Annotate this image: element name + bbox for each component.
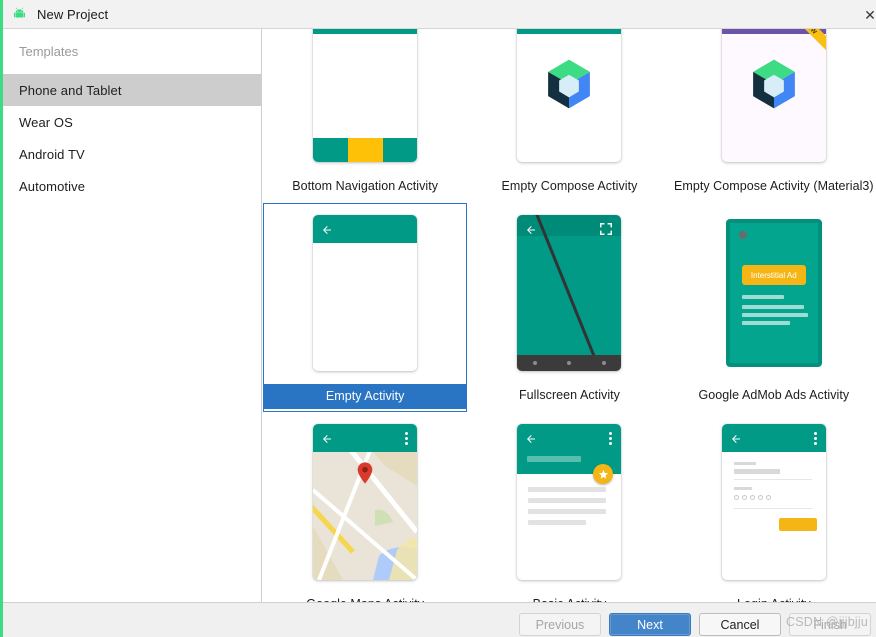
- previous-button-label: Previous: [535, 617, 585, 632]
- template-thumbnail: [517, 215, 622, 371]
- app-bar-graphic: [517, 29, 622, 34]
- template-label: Login Activity: [673, 593, 875, 602]
- template-tile-empty-activity[interactable]: Empty Activity: [263, 203, 468, 412]
- template-thumbnail: PREVIEW: [721, 29, 826, 162]
- template-thumbnail: [517, 424, 622, 580]
- app-bar-graphic: [721, 29, 826, 34]
- floating-action-button-star-icon: [593, 464, 614, 484]
- sign-in-button-graphic: [778, 518, 817, 531]
- title-bar: New Project ✕: [0, 0, 876, 29]
- template-row: Empty Activity Fullscreen Activity Inter…: [263, 203, 876, 412]
- template-tile-login-activity[interactable]: Login Activity: [672, 412, 876, 602]
- previous-button[interactable]: Previous: [519, 613, 601, 636]
- back-arrow-icon: [321, 223, 333, 235]
- template-label: Empty Compose Activity: [501, 179, 638, 193]
- sidebar-item-phone-and-tablet[interactable]: Phone and Tablet: [0, 74, 261, 106]
- template-tile-google-admob-ads-activity[interactable]: Interstitial Ad Google AdMob Ads Activit…: [672, 203, 876, 412]
- username-underline: [733, 479, 812, 480]
- template-row: Google Maps Activity: [263, 412, 876, 602]
- app-bar-title-placeholder: [527, 456, 582, 462]
- sidebar-item-label: Phone and Tablet: [19, 82, 122, 98]
- back-arrow-icon: [321, 432, 333, 444]
- username-value-placeholder: [733, 469, 780, 474]
- overflow-menu-icon: [405, 432, 409, 445]
- dialog-body: Templates Phone and Tablet Wear OS Andro…: [0, 29, 876, 602]
- sidebar-item-label: Wear OS: [19, 114, 73, 130]
- sidebar-item-label: Android TV: [19, 146, 85, 162]
- template-thumbnail: [313, 29, 418, 162]
- new-project-dialog: New Project ✕ Templates Phone and Tablet…: [0, 0, 876, 637]
- map-pin-icon: [357, 462, 373, 484]
- template-label: Basic Activity: [468, 593, 670, 602]
- cancel-button[interactable]: Cancel: [699, 613, 781, 636]
- finish-button[interactable]: Finish: [789, 613, 871, 636]
- interstitial-ad-label: Interstitial Ad: [741, 265, 806, 285]
- template-thumbnail: [721, 424, 826, 580]
- template-label: Google AdMob Ads Activity: [698, 388, 850, 402]
- templates-sidebar: Templates Phone and Tablet Wear OS Andro…: [0, 29, 262, 602]
- template-tile-basic-activity[interactable]: Basic Activity: [467, 412, 671, 602]
- dialog-footer: Previous Next Cancel Finish CSDN @jjjbjj…: [0, 602, 876, 637]
- template-tile-empty-compose-activity-material3[interactable]: PREVIEW: [672, 29, 876, 203]
- password-label-placeholder: [733, 487, 752, 490]
- template-thumbnail: [517, 29, 622, 162]
- templates-grid[interactable]: Bottom Navigation Activity Empty Compose…: [263, 29, 876, 602]
- window-accent-strip: [0, 0, 3, 637]
- username-label-placeholder: [733, 462, 756, 465]
- jetpack-compose-logo-icon: [540, 55, 598, 113]
- template-label: Empty Activity: [264, 384, 467, 409]
- template-label: Fullscreen Activity: [519, 388, 620, 402]
- template-thumbnail: [313, 424, 418, 580]
- admob-device-graphic: Interstitial Ad: [725, 219, 822, 367]
- back-arrow-icon: [730, 432, 742, 444]
- sidebar-item-android-tv[interactable]: Android TV: [0, 138, 261, 170]
- template-label: Bottom Navigation Activity: [292, 179, 439, 193]
- password-underline: [733, 508, 812, 509]
- app-bar-graphic: [313, 29, 418, 34]
- password-dots-icon: [733, 495, 771, 500]
- close-icon[interactable]: ✕: [859, 6, 876, 24]
- fullscreen-graphic: [517, 215, 622, 371]
- template-thumbnail: [313, 215, 418, 371]
- template-tile-fullscreen-activity[interactable]: Fullscreen Activity: [467, 203, 671, 412]
- camera-dot-icon: [738, 231, 747, 239]
- next-button-label: Next: [637, 617, 663, 632]
- finish-button-label: Finish: [813, 617, 847, 632]
- template-tile-empty-compose-activity[interactable]: Empty Compose Activity: [467, 29, 671, 203]
- sidebar-item-automotive[interactable]: Automotive: [0, 170, 261, 202]
- cancel-button-label: Cancel: [720, 617, 760, 632]
- template-thumbnail: Interstitial Ad: [722, 215, 826, 371]
- overflow-menu-icon: [609, 432, 613, 445]
- android-robot-icon: [11, 6, 28, 23]
- back-arrow-icon: [525, 432, 537, 444]
- sidebar-item-wear-os[interactable]: Wear OS: [0, 106, 261, 138]
- jetpack-compose-logo-icon: [745, 55, 803, 113]
- wizard-button-row: Previous Next Cancel Finish: [519, 613, 871, 636]
- template-tile-google-maps-activity[interactable]: Google Maps Activity: [263, 412, 467, 602]
- window-title: New Project: [37, 6, 109, 22]
- system-nav-bar-graphic: [517, 355, 622, 371]
- bottom-navigation-graphic: [313, 138, 418, 162]
- next-button[interactable]: Next: [609, 613, 691, 636]
- template-row: Bottom Navigation Activity Empty Compose…: [263, 29, 876, 203]
- back-arrow-icon: [525, 223, 537, 235]
- sidebar-item-label: Automotive: [19, 178, 86, 194]
- sidebar-header: Templates: [19, 44, 79, 59]
- template-label: Empty Compose Activity (Material3): [673, 179, 874, 193]
- template-tile-bottom-navigation-activity[interactable]: Bottom Navigation Activity: [263, 29, 467, 203]
- expand-fullscreen-icon: [599, 222, 613, 236]
- overflow-menu-icon: [813, 432, 817, 445]
- template-label: Google Maps Activity: [264, 593, 466, 602]
